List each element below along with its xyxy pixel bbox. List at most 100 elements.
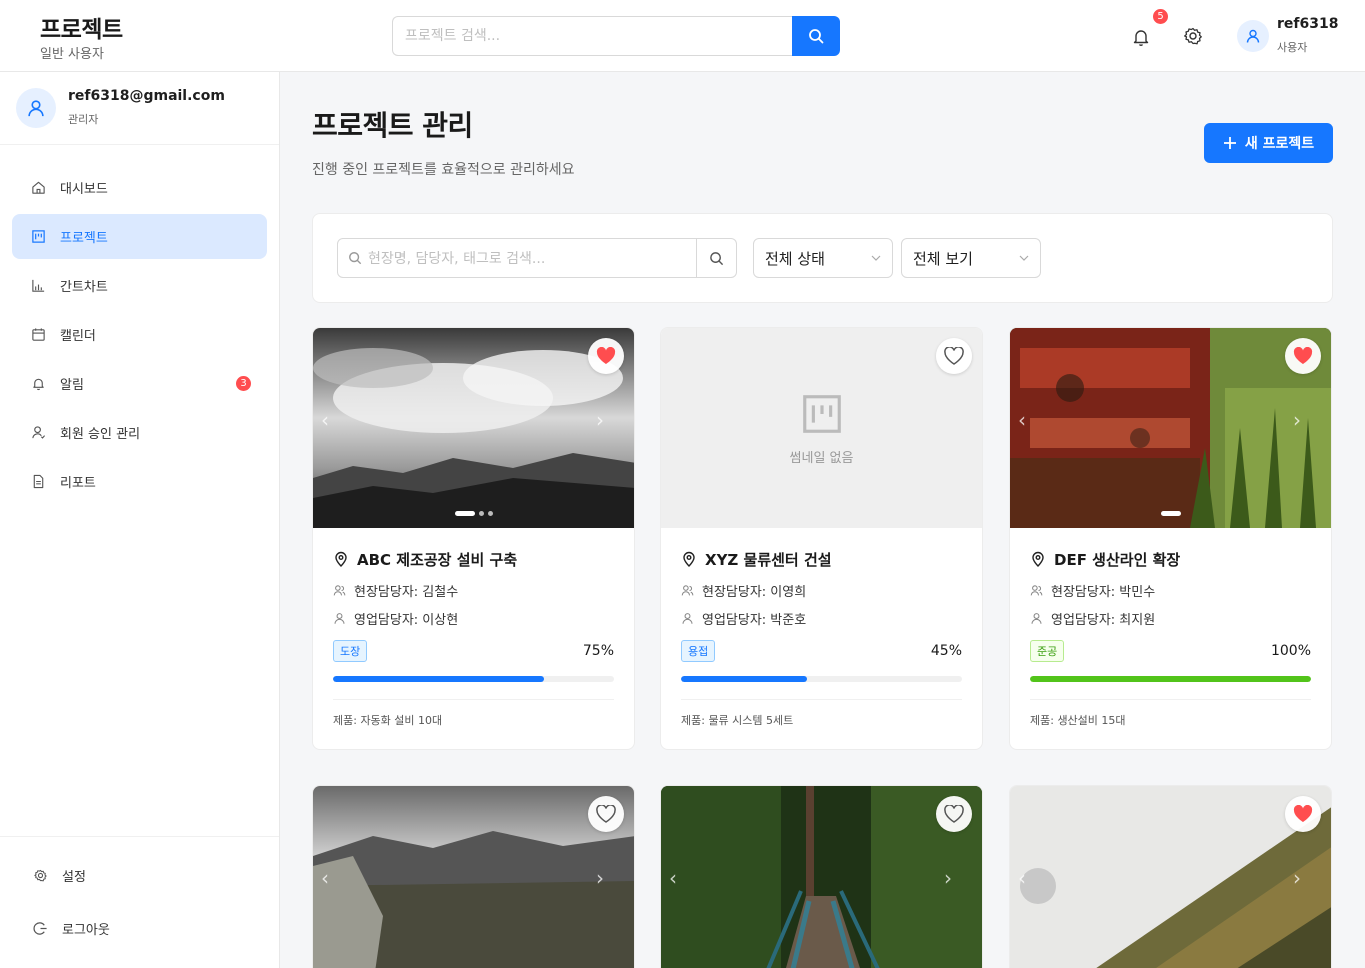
project-placeholder-icon [802, 394, 841, 433]
heart-filled-icon [596, 347, 616, 364]
settings-gear-icon[interactable] [1182, 25, 1204, 47]
sidebar-item-gantt[interactable]: 간트차트 [12, 263, 267, 308]
app-subtitle: 일반 사용자 [40, 47, 104, 62]
new-project-button[interactable]: 새 프로젝트 [1204, 123, 1333, 163]
project-card[interactable]: ‹ › DEF 생산라인 확장 현장담당자: 박민수 영업담당자: 최지원 준공… [1009, 327, 1332, 750]
location-pin-icon [1032, 551, 1044, 567]
prev-image-icon[interactable]: ‹ [1018, 408, 1026, 432]
sidebar-item-label: 간트차트 [60, 280, 108, 295]
next-image-icon[interactable]: › [944, 866, 952, 890]
prev-image-icon[interactable]: ‹ [1018, 866, 1026, 890]
favorite-button[interactable] [588, 796, 624, 832]
user-avatar[interactable] [1237, 20, 1269, 52]
progress-bar [681, 676, 962, 682]
app-title: 프로젝트 [40, 17, 123, 43]
project-thumbnail: ‹ › [661, 786, 982, 968]
team-icon [1030, 584, 1043, 595]
sales-manager: 영업담당자: 이상현 [333, 610, 614, 628]
logout-icon [32, 921, 48, 937]
user-icon [682, 612, 693, 624]
progress-percent: 75% [582, 643, 614, 659]
sidebar-item-settings[interactable]: 설정 [12, 853, 267, 898]
progress-fill [681, 676, 808, 682]
project-thumbnail: ‹ › [1010, 328, 1331, 528]
product-info: 제품: 생산설비 15대 [1030, 699, 1311, 749]
sidebar-item-logout[interactable]: 로그아웃 [12, 906, 267, 951]
site-manager: 현장담당자: 김철수 [333, 582, 614, 600]
site-manager: 현장담당자: 이영희 [681, 582, 962, 600]
next-image-icon[interactable]: › [596, 408, 604, 432]
new-project-label: 새 프로젝트 [1244, 136, 1315, 152]
sidebar-item-projects[interactable]: 프로젝트 [12, 214, 267, 259]
filter-search-input[interactable]: 현장명, 담당자, 태그로 검색... [337, 238, 697, 278]
sidebar: ref6318@gmail.com 관리자 대시보드 프로젝트 간트차트 캘린더… [0, 72, 280, 968]
next-image-icon[interactable]: › [596, 866, 604, 890]
sidebar-item-reports[interactable]: 리포트 [12, 459, 267, 504]
chevron-down-icon [871, 255, 881, 261]
prev-image-icon[interactable]: ‹ [321, 866, 329, 890]
site-manager-text: 현장담당자: 박민수 [1051, 584, 1156, 600]
favorite-button[interactable] [936, 338, 972, 374]
no-thumbnail-text: 썸네일 없음 [789, 450, 854, 466]
sidebar-item-label: 리포트 [60, 476, 96, 491]
next-image-icon[interactable]: › [1293, 866, 1301, 890]
product-info: 제품: 물류 시스템 5세트 [681, 699, 962, 749]
prev-image-icon[interactable]: ‹ [321, 408, 329, 432]
gear-icon [32, 868, 48, 884]
status-select[interactable]: 전체 상태 [753, 238, 893, 278]
sales-manager: 영업담당자: 박준호 [681, 610, 962, 628]
filter-search-button[interactable] [697, 238, 737, 278]
sidebar-bottom: 설정 로그아웃 [0, 836, 279, 951]
top-search-button[interactable] [792, 16, 840, 56]
project-card[interactable]: 썸네일 없음 XYZ 물류센터 건설 현장담당자: 이영희 영업담당자: 박준호… [660, 327, 983, 750]
top-bar: 프로젝트 일반 사용자 5 ref6318 사용자 [0, 0, 1365, 72]
user-icon [30, 425, 46, 441]
favorite-button[interactable] [1285, 338, 1321, 374]
project-title: XYZ 물류센터 건설 [681, 548, 962, 570]
search-icon [349, 252, 362, 265]
home-icon [30, 180, 46, 196]
progress-bar [333, 676, 614, 682]
project-thumbnail: ‹ › [313, 786, 634, 968]
no-thumbnail-placeholder: 썸네일 없음 [661, 328, 982, 528]
bell-icon [30, 376, 46, 392]
progress-fill [333, 676, 544, 682]
notification-count-badge: 3 [236, 376, 251, 391]
sidebar-avatar [16, 88, 56, 128]
sidebar-item-member-approval[interactable]: 회원 승인 관리 [12, 410, 267, 455]
heart-outline-icon [944, 805, 964, 823]
sidebar-item-label: 로그아웃 [62, 923, 110, 938]
view-select[interactable]: 전체 보기 [901, 238, 1041, 278]
view-select-value: 전체 보기 [913, 249, 973, 268]
favorite-button[interactable] [1285, 796, 1321, 832]
prev-image-icon[interactable]: ‹ [669, 866, 677, 890]
sidebar-item-notifications[interactable]: 알림 3 [12, 361, 267, 406]
sidebar-user: ref6318@gmail.com 관리자 [0, 72, 279, 145]
status-tag: 도장 [333, 640, 368, 662]
sales-manager-text: 영업담당자: 최지원 [1051, 612, 1156, 628]
sidebar-item-dashboard[interactable]: 대시보드 [12, 165, 267, 210]
heart-outline-icon [596, 805, 616, 823]
project-card[interactable]: ‹ › [660, 785, 983, 968]
project-card[interactable]: ‹ › [1009, 785, 1332, 968]
project-card[interactable]: ‹ › ABC 제조공장 설비 구축 현장담당자: 김철수 영업담당자: 이상현… [312, 327, 635, 750]
status-tag: 준공 [1030, 640, 1065, 662]
sidebar-item-calendar[interactable]: 캘린더 [12, 312, 267, 357]
page-title: 프로젝트 관리 [312, 109, 473, 142]
favorite-button[interactable] [588, 338, 624, 374]
project-thumbnail: ‹ › [313, 328, 634, 528]
status-select-value: 전체 상태 [765, 249, 825, 268]
top-search-input[interactable] [392, 16, 792, 56]
sidebar-nav: 대시보드 프로젝트 간트차트 캘린더 알림 3 회원 승인 관리 리포트 [12, 165, 267, 508]
favorite-button[interactable] [936, 796, 972, 832]
notification-bell-icon[interactable] [1130, 26, 1152, 48]
project-icon [30, 229, 46, 245]
heart-filled-icon [1293, 805, 1313, 822]
project-title: ABC 제조공장 설비 구축 [333, 548, 614, 570]
sidebar-role: 관리자 [68, 113, 99, 126]
project-card[interactable]: ‹ › [312, 785, 635, 968]
carousel-dots [1010, 511, 1331, 516]
next-image-icon[interactable]: › [1293, 408, 1301, 432]
sidebar-item-label: 프로젝트 [60, 231, 108, 246]
progress-percent: 45% [930, 643, 962, 659]
